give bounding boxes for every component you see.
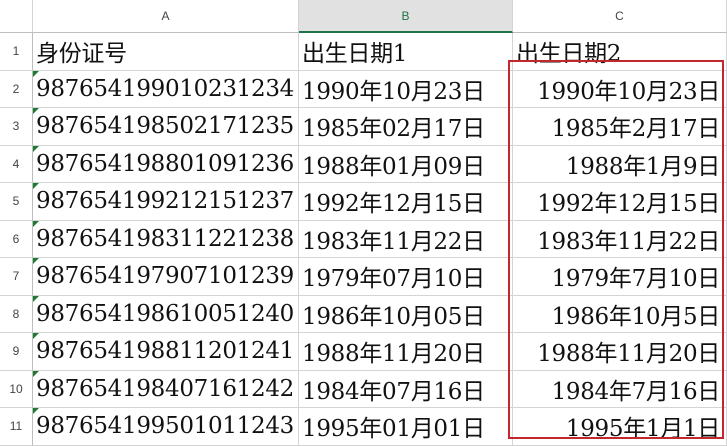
cell-text: 身份证号 (36, 41, 127, 68)
highlight-box (508, 60, 724, 439)
cell-text: 1985年02月17日 (302, 116, 485, 143)
number-as-text-indicator-icon (33, 220, 39, 227)
cell-b5[interactable]: 1992年12月15日 (299, 183, 513, 221)
number-as-text-indicator-icon (33, 333, 39, 339)
number-as-text-indicator-icon (33, 408, 39, 414)
row-header-9[interactable]: 9 (0, 333, 33, 371)
number-as-text-indicator-icon (33, 145, 39, 152)
cell-text: 987654198610051240 (36, 300, 294, 327)
row-header-1[interactable]: 1 (0, 33, 33, 71)
cell-text: 1990年10月23日 (302, 78, 485, 105)
number-as-text-indicator-icon (33, 70, 39, 77)
cell-text: 987654198311221238 (36, 225, 294, 252)
cell-a10[interactable]: 987654198407161242 (33, 370, 299, 408)
cell-b11[interactable]: 1995年01月01日 (299, 408, 513, 446)
cell-text: 1995年01月01日 (302, 416, 485, 443)
cell-a11[interactable]: 987654199501011243 (33, 408, 299, 446)
cell-b6[interactable]: 1983年11月22日 (299, 220, 513, 258)
cell-text: 1983年11月22日 (302, 228, 485, 255)
cell-text: 1986年10月05日 (302, 303, 485, 330)
cell-a1[interactable]: 身份证号 (33, 33, 299, 71)
cell-b10[interactable]: 1984年07月16日 (299, 370, 513, 408)
cell-b7[interactable]: 1979年07月10日 (299, 258, 513, 296)
cell-b3[interactable]: 1985年02月17日 (299, 108, 513, 146)
cell-b2[interactable]: 1990年10月23日 (299, 70, 513, 108)
number-as-text-indicator-icon (33, 295, 39, 302)
cell-a8[interactable]: 987654198610051240 (33, 295, 299, 333)
cell-text: 987654198407161242 (36, 375, 294, 402)
select-all-corner[interactable] (0, 0, 33, 33)
cell-b9[interactable]: 1988年11月20日 (299, 333, 513, 371)
row-header-7[interactable]: 7 (0, 258, 33, 296)
column-header-a[interactable]: A (33, 0, 299, 33)
row-header-5[interactable]: 5 (0, 183, 33, 221)
row-header-3[interactable]: 3 (0, 108, 33, 146)
cell-a5[interactable]: 987654199212151237 (33, 183, 299, 221)
row-header-6[interactable]: 6 (0, 220, 33, 258)
cell-text: 1988年11月20日 (302, 341, 485, 368)
cell-text: 987654198801091236 (36, 150, 294, 177)
row-header-11[interactable]: 11 (0, 408, 33, 446)
cell-text: 1979年07月10日 (302, 266, 485, 293)
cell-a6[interactable]: 987654198311221238 (33, 220, 299, 258)
row-header-4[interactable]: 4 (0, 145, 33, 183)
cell-text: 987654197907101239 (36, 263, 294, 290)
cell-text: 987654198811201241 (36, 338, 294, 365)
cell-b8[interactable]: 1986年10月05日 (299, 295, 513, 333)
row-header-2[interactable]: 2 (0, 70, 33, 108)
row-header-10[interactable]: 10 (0, 370, 33, 408)
cell-text: 1988年01月09日 (302, 153, 485, 180)
number-as-text-indicator-icon (33, 370, 39, 377)
number-as-text-indicator-icon (33, 108, 39, 114)
cell-b1[interactable]: 出生日期1 (299, 33, 513, 71)
cell-text: 987654199010231234 (36, 75, 294, 102)
cell-b4[interactable]: 1988年01月09日 (299, 145, 513, 183)
cell-text: 1984年07月16日 (302, 378, 485, 405)
cell-text: 987654198502171235 (36, 113, 294, 140)
cell-a4[interactable]: 987654198801091236 (33, 145, 299, 183)
cell-a7[interactable]: 987654197907101239 (33, 258, 299, 296)
cell-a9[interactable]: 987654198811201241 (33, 333, 299, 371)
cell-a3[interactable]: 987654198502171235 (33, 108, 299, 146)
number-as-text-indicator-icon (33, 183, 39, 189)
column-header-c[interactable]: C (513, 0, 727, 33)
row-header-8[interactable]: 8 (0, 295, 33, 333)
cell-text: 987654199501011243 (36, 413, 294, 440)
number-as-text-indicator-icon (33, 258, 39, 264)
column-header-b[interactable]: B (299, 0, 513, 33)
cell-a2[interactable]: 987654199010231234 (33, 70, 299, 108)
cell-text: 1992年12月15日 (302, 191, 485, 218)
cell-text: 987654199212151237 (36, 188, 294, 215)
cell-text: 出生日期1 (302, 41, 408, 68)
